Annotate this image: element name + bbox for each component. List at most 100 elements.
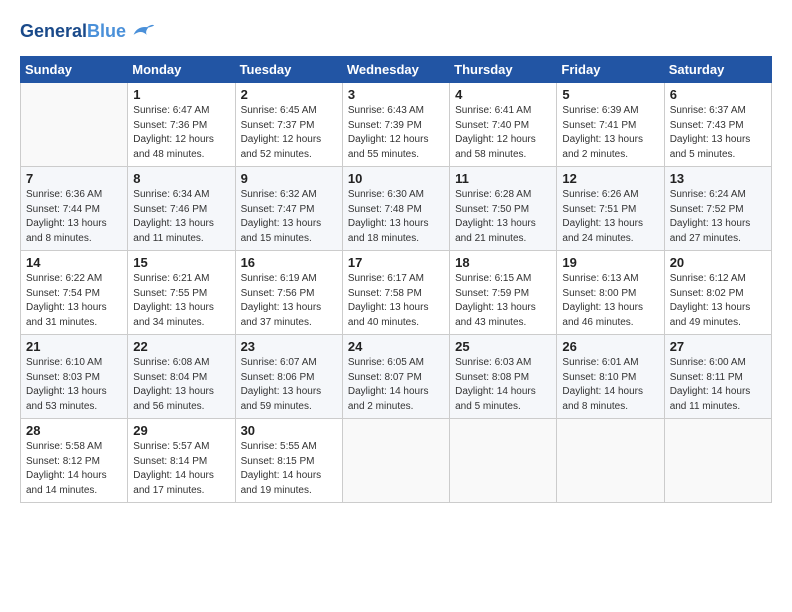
day-info: Sunrise: 6:36 AM Sunset: 7:44 PM Dayligh… <box>26 188 122 246</box>
weekday-header-saturday: Saturday <box>664 57 771 83</box>
calendar-table: SundayMondayTuesdayWednesdayThursdayFrid… <box>20 56 772 503</box>
calendar-cell: 26 Sunrise: 6:01 AM Sunset: 8:10 PM Dayli… <box>557 335 664 419</box>
day-number: 9 <box>241 171 337 186</box>
day-info: Sunrise: 6:21 AM Sunset: 7:55 PM Dayligh… <box>133 272 229 330</box>
day-number: 28 <box>26 423 122 438</box>
day-info: Sunrise: 6:17 AM Sunset: 7:58 PM Dayligh… <box>348 272 444 330</box>
calendar-cell: 8 Sunrise: 6:34 AM Sunset: 7:46 PM Daylig… <box>128 167 235 251</box>
day-number: 17 <box>348 255 444 270</box>
calendar-cell: 13 Sunrise: 6:24 AM Sunset: 7:52 PM Dayli… <box>664 167 771 251</box>
day-info: Sunrise: 5:57 AM Sunset: 8:14 PM Dayligh… <box>133 440 229 498</box>
calendar-cell: 2 Sunrise: 6:45 AM Sunset: 7:37 PM Daylig… <box>235 83 342 167</box>
weekday-header-friday: Friday <box>557 57 664 83</box>
calendar-cell <box>450 419 557 503</box>
day-info: Sunrise: 6:28 AM Sunset: 7:50 PM Dayligh… <box>455 188 551 246</box>
day-number: 4 <box>455 87 551 102</box>
calendar-cell: 18 Sunrise: 6:15 AM Sunset: 7:59 PM Dayli… <box>450 251 557 335</box>
calendar-cell: 5 Sunrise: 6:39 AM Sunset: 7:41 PM Daylig… <box>557 83 664 167</box>
calendar-cell: 24 Sunrise: 6:05 AM Sunset: 8:07 PM Dayli… <box>342 335 449 419</box>
day-number: 13 <box>670 171 766 186</box>
calendar-cell <box>557 419 664 503</box>
day-number: 19 <box>562 255 658 270</box>
calendar-cell: 11Sunrise: 6:28 AM Sunset: 7:50 PM Dayli… <box>450 167 557 251</box>
day-info: Sunrise: 6:34 AM Sunset: 7:46 PM Dayligh… <box>133 188 229 246</box>
calendar-cell: 15 Sunrise: 6:21 AM Sunset: 7:55 PM Dayli… <box>128 251 235 335</box>
day-number: 14 <box>26 255 122 270</box>
day-info: Sunrise: 5:58 AM Sunset: 8:12 PM Dayligh… <box>26 440 122 498</box>
calendar-cell: 3 Sunrise: 6:43 AM Sunset: 7:39 PM Daylig… <box>342 83 449 167</box>
day-number: 2 <box>241 87 337 102</box>
day-info: Sunrise: 6:12 AM Sunset: 8:02 PM Dayligh… <box>670 272 766 330</box>
day-number: 18 <box>455 255 551 270</box>
day-info: Sunrise: 5:55 AM Sunset: 8:15 PM Dayligh… <box>241 440 337 498</box>
week-row-4: 21 Sunrise: 6:10 AM Sunset: 8:03 PM Dayli… <box>21 335 772 419</box>
day-number: 21 <box>26 339 122 354</box>
day-number: 3 <box>348 87 444 102</box>
calendar-cell: 16 Sunrise: 6:19 AM Sunset: 7:56 PM Dayli… <box>235 251 342 335</box>
calendar-cell: 20Sunrise: 6:12 AM Sunset: 8:02 PM Dayli… <box>664 251 771 335</box>
day-info: Sunrise: 6:03 AM Sunset: 8:08 PM Dayligh… <box>455 356 551 414</box>
calendar-cell <box>664 419 771 503</box>
day-info: Sunrise: 6:10 AM Sunset: 8:03 PM Dayligh… <box>26 356 122 414</box>
weekday-header-thursday: Thursday <box>450 57 557 83</box>
day-info: Sunrise: 6:41 AM Sunset: 7:40 PM Dayligh… <box>455 104 551 162</box>
day-number: 10 <box>348 171 444 186</box>
calendar-cell: 25 Sunrise: 6:03 AM Sunset: 8:08 PM Dayli… <box>450 335 557 419</box>
day-info: Sunrise: 6:32 AM Sunset: 7:47 PM Dayligh… <box>241 188 337 246</box>
day-number: 27 <box>670 339 766 354</box>
day-number: 8 <box>133 171 229 186</box>
day-info: Sunrise: 6:26 AM Sunset: 7:51 PM Dayligh… <box>562 188 658 246</box>
day-number: 16 <box>241 255 337 270</box>
day-info: Sunrise: 6:22 AM Sunset: 7:54 PM Dayligh… <box>26 272 122 330</box>
calendar-cell: 29 Sunrise: 5:57 AM Sunset: 8:14 PM Dayli… <box>128 419 235 503</box>
page: GeneralBlue SundayMondayTuesdayWednesday… <box>0 0 792 515</box>
calendar-cell: 21 Sunrise: 6:10 AM Sunset: 8:03 PM Dayli… <box>21 335 128 419</box>
calendar-cell <box>342 419 449 503</box>
day-info: Sunrise: 6:00 AM Sunset: 8:11 PM Dayligh… <box>670 356 766 414</box>
day-info: Sunrise: 6:45 AM Sunset: 7:37 PM Dayligh… <box>241 104 337 162</box>
day-info: Sunrise: 6:19 AM Sunset: 7:56 PM Dayligh… <box>241 272 337 330</box>
calendar-cell: 7 Sunrise: 6:36 AM Sunset: 7:44 PM Daylig… <box>21 167 128 251</box>
day-info: Sunrise: 6:15 AM Sunset: 7:59 PM Dayligh… <box>455 272 551 330</box>
day-number: 22 <box>133 339 229 354</box>
weekday-header-sunday: Sunday <box>21 57 128 83</box>
day-info: Sunrise: 6:39 AM Sunset: 7:41 PM Dayligh… <box>562 104 658 162</box>
day-number: 12 <box>562 171 658 186</box>
week-row-3: 14 Sunrise: 6:22 AM Sunset: 7:54 PM Dayli… <box>21 251 772 335</box>
day-info: Sunrise: 6:08 AM Sunset: 8:04 PM Dayligh… <box>133 356 229 414</box>
day-info: Sunrise: 6:43 AM Sunset: 7:39 PM Dayligh… <box>348 104 444 162</box>
calendar-cell: 6 Sunrise: 6:37 AM Sunset: 7:43 PM Daylig… <box>664 83 771 167</box>
day-info: Sunrise: 6:07 AM Sunset: 8:06 PM Dayligh… <box>241 356 337 414</box>
logo: GeneralBlue <box>20 18 156 46</box>
weekday-header-tuesday: Tuesday <box>235 57 342 83</box>
day-number: 6 <box>670 87 766 102</box>
day-number: 5 <box>562 87 658 102</box>
day-number: 15 <box>133 255 229 270</box>
calendar-cell: 10Sunrise: 6:30 AM Sunset: 7:48 PM Dayli… <box>342 167 449 251</box>
calendar-cell: 4 Sunrise: 6:41 AM Sunset: 7:40 PM Daylig… <box>450 83 557 167</box>
calendar-cell: 1Sunrise: 6:47 AM Sunset: 7:36 PM Daylig… <box>128 83 235 167</box>
day-number: 23 <box>241 339 337 354</box>
calendar-cell <box>21 83 128 167</box>
day-info: Sunrise: 6:24 AM Sunset: 7:52 PM Dayligh… <box>670 188 766 246</box>
day-info: Sunrise: 6:37 AM Sunset: 7:43 PM Dayligh… <box>670 104 766 162</box>
calendar-cell: 30Sunrise: 5:55 AM Sunset: 8:15 PM Dayli… <box>235 419 342 503</box>
logo-bird-icon <box>128 18 156 46</box>
calendar-cell: 9 Sunrise: 6:32 AM Sunset: 7:47 PM Daylig… <box>235 167 342 251</box>
day-number: 25 <box>455 339 551 354</box>
weekday-header-wednesday: Wednesday <box>342 57 449 83</box>
day-number: 24 <box>348 339 444 354</box>
calendar-cell: 23 Sunrise: 6:07 AM Sunset: 8:06 PM Dayli… <box>235 335 342 419</box>
day-info: Sunrise: 6:05 AM Sunset: 8:07 PM Dayligh… <box>348 356 444 414</box>
calendar-cell: 14 Sunrise: 6:22 AM Sunset: 7:54 PM Dayli… <box>21 251 128 335</box>
logo-text: GeneralBlue <box>20 22 126 42</box>
day-info: Sunrise: 6:01 AM Sunset: 8:10 PM Dayligh… <box>562 356 658 414</box>
day-number: 7 <box>26 171 122 186</box>
day-number: 29 <box>133 423 229 438</box>
calendar-cell: 17 Sunrise: 6:17 AM Sunset: 7:58 PM Dayli… <box>342 251 449 335</box>
calendar-cell: 12 Sunrise: 6:26 AM Sunset: 7:51 PM Dayli… <box>557 167 664 251</box>
day-info: Sunrise: 6:13 AM Sunset: 8:00 PM Dayligh… <box>562 272 658 330</box>
day-number: 26 <box>562 339 658 354</box>
day-info: Sunrise: 6:47 AM Sunset: 7:36 PM Dayligh… <box>133 104 229 162</box>
weekday-header-monday: Monday <box>128 57 235 83</box>
